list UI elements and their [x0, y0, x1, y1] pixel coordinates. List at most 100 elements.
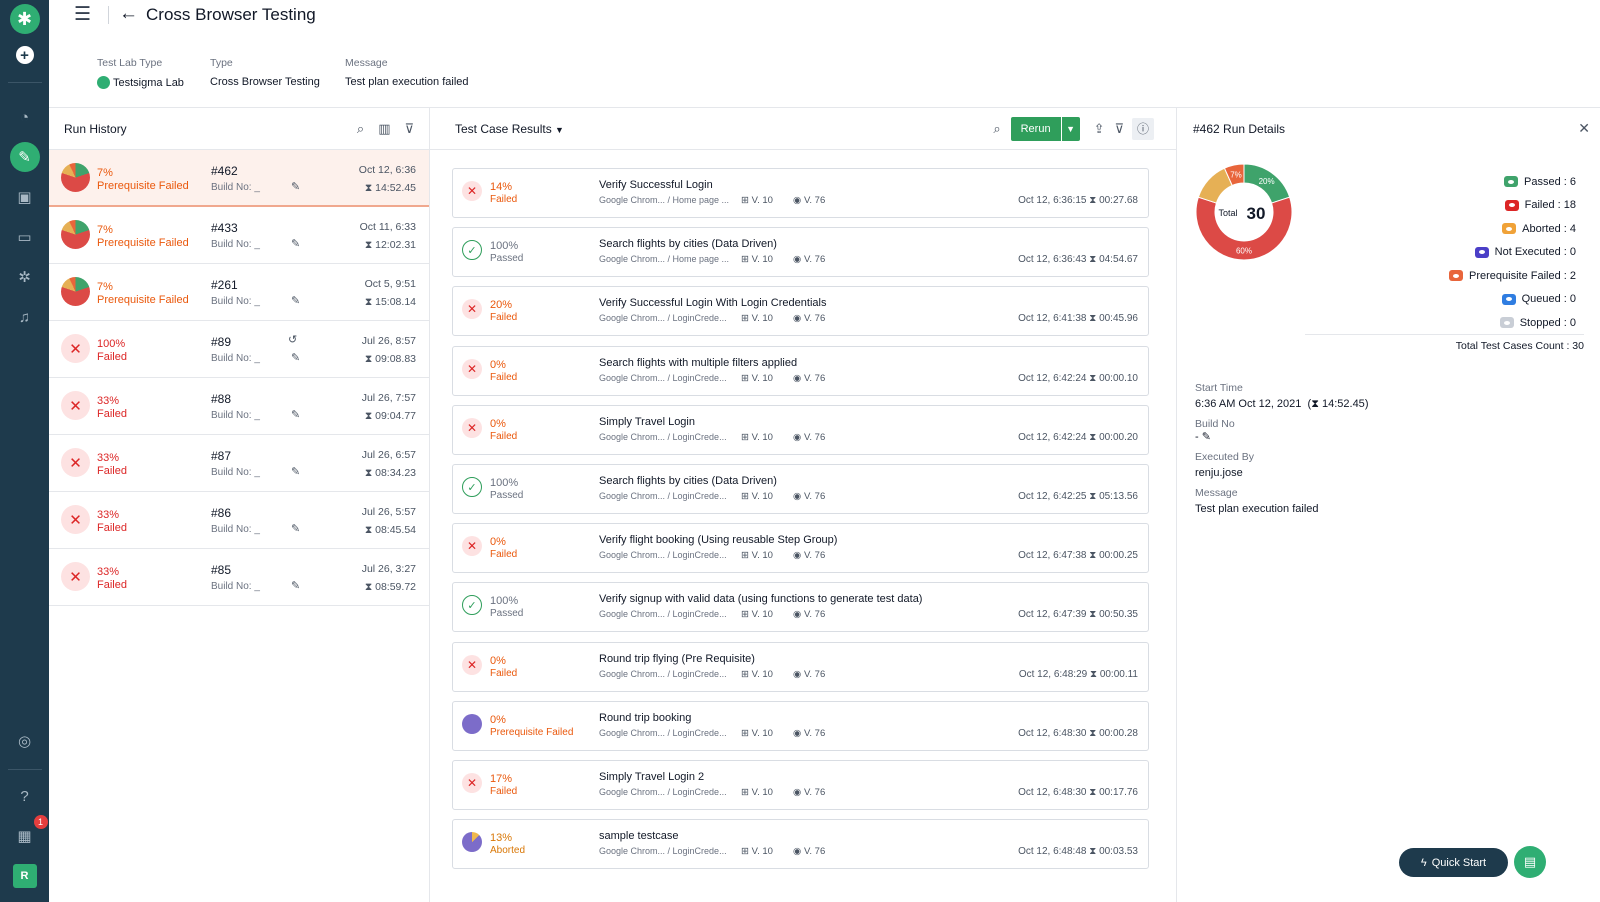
browser-version: ◉ V. 76 — [793, 373, 825, 384]
create-new-icon[interactable]: + — [15, 46, 34, 64]
test-case-card[interactable]: ✕ 0% Failed Verify flight booking (Using re… — [452, 523, 1149, 574]
edit-pencil-icon[interactable]: ✎ — [291, 579, 300, 592]
run-history-row[interactable]: ✕ 33% Failed #87 Build No: _ ✎ Jul 26, 6:57 ⧗ 0… — [49, 435, 429, 492]
eye-icon[interactable] — [1504, 199, 1519, 211]
os-version: ⊞ V. 10 — [741, 669, 773, 680]
test-development-icon[interactable]: ✎ — [9, 142, 40, 172]
test-case-card[interactable]: ✓ 100% Passed Search flights by cities (Dat… — [452, 227, 1149, 278]
case-name: Search flights by cities (Data Driven) — [599, 475, 777, 487]
start-time-text: 6:36 AM Oct 12, 2021 — [1195, 398, 1302, 410]
run-history-row[interactable]: ✕ 33% Failed #86 Build No: _ ✎ Jul 26, 5:57 ⧗ 0… — [49, 492, 429, 549]
case-time: Oct 12, 6:42:24 ⧗ 00:00.20 — [1018, 432, 1138, 443]
hourglass-icon: ⧗ — [364, 524, 373, 536]
browser-version: ◉ V. 76 — [793, 550, 825, 561]
eye-icon[interactable] — [1499, 317, 1514, 329]
run-duration-text: 09:08.83 — [375, 353, 416, 365]
edit-pencil-icon[interactable]: ✎ — [1202, 431, 1211, 443]
case-status: Failed — [490, 371, 518, 383]
info-icon[interactable]: ⓘ — [1132, 117, 1154, 140]
test-case-card[interactable]: ✓ 100% Passed Verify signup with valid data… — [452, 582, 1149, 633]
hourglass-icon: ⧗ — [1089, 609, 1097, 621]
run-history-row[interactable]: 7% Prerequisite Failed #261 Build No: _ ✎ Oct… — [49, 264, 429, 321]
eye-icon[interactable] — [1474, 246, 1489, 258]
case-name: sample testcase — [599, 830, 679, 843]
hamburger-menu-icon[interactable]: ☰ — [74, 3, 91, 26]
test-case-card[interactable]: 13% Aborted sample testcase Google Chrom...… — [452, 819, 1149, 870]
run-duration: ⧗ 08:34.23 — [365, 467, 416, 480]
search-icon[interactable]: ⌕ — [993, 121, 1000, 137]
settings-gear-icon[interactable]: ✲ — [10, 262, 40, 292]
dashboard-icon[interactable]: ◔ — [10, 102, 40, 132]
run-history-row[interactable]: 7% Prerequisite Failed #462 Build No: _ ✎ Oct… — [49, 150, 429, 207]
test-case-card[interactable]: ✕ 17% Failed Simply Travel Login 2 Google Ch… — [452, 760, 1149, 810]
chrome-icon: ◉ — [793, 431, 802, 443]
filter-icon[interactable]: ⊽ — [1114, 121, 1124, 137]
case-time-text: Oct 12, 6:42:24 — [1018, 372, 1087, 384]
edit-pencil-icon[interactable]: ✎ — [291, 351, 300, 364]
chat-support-icon[interactable]: ▤ — [1514, 846, 1546, 878]
test-case-card[interactable]: ✕ 20% Failed Verify Successful Login With L… — [452, 286, 1149, 337]
run-history-row[interactable]: ✕ 100% Failed #89 ↺ Build No: _ ✎ Jul 26, 8:57 ⧗… — [49, 321, 429, 378]
test-case-card[interactable]: 0% Prerequisite Failed Round trip booking G… — [452, 700, 1149, 751]
browser-version: ◉ V. 76 — [793, 491, 825, 502]
help-ideas-icon[interactable]: ◎ — [10, 726, 40, 756]
edit-pencil-icon[interactable]: ✎ — [291, 522, 300, 535]
search-icon[interactable]: ⌕ — [357, 121, 364, 137]
export-icon[interactable]: ⇪ — [1094, 121, 1105, 137]
edit-pencil-icon[interactable]: ✎ — [291, 237, 300, 250]
case-name: Simply Travel Login 2 — [599, 771, 705, 783]
notifications-bell-icon[interactable]: ♫ — [10, 302, 40, 332]
back-arrow-icon[interactable]: ← — [119, 3, 138, 25]
bar-chart-icon[interactable]: ▥ — [378, 121, 390, 137]
meta-label: Type — [210, 57, 233, 69]
test-case-card[interactable]: ✕ 0% Failed Simply Travel Login Google Chrom… — [452, 404, 1149, 455]
edit-pencil-icon[interactable]: ✎ — [291, 465, 300, 478]
quick-start-button[interactable]: ϟ Quick Start — [1399, 848, 1508, 877]
chrome-icon: ◉ — [793, 254, 802, 266]
user-avatar[interactable]: R — [12, 864, 37, 888]
eye-icon[interactable] — [1501, 293, 1516, 305]
monitor-icon[interactable]: ▭ — [10, 222, 40, 252]
briefcase-icon[interactable]: ▣ — [10, 182, 40, 212]
legend-text: Stopped : 0 — [1519, 316, 1576, 329]
case-duration: 00:45.96 — [1099, 313, 1138, 325]
windows-icon: ⊞ — [741, 431, 749, 443]
eye-icon[interactable] — [1504, 176, 1519, 188]
edit-pencil-icon[interactable]: ✎ — [291, 408, 300, 421]
run-history-list: 7% Prerequisite Failed #462 Build No: _ ✎ Oct… — [49, 150, 429, 606]
case-pass-percent: 13% — [490, 832, 513, 845]
run-pass-percent: 33% — [97, 566, 120, 578]
run-history-row[interactable]: ✕ 33% Failed #88 Build No: _ ✎ Jul 26, 7:57 ⧗ 0… — [49, 378, 429, 435]
run-history-row[interactable]: ✕ 33% Failed #85 Build No: _ ✎ Jul 26, 3:27 ⧗ 0… — [49, 549, 429, 606]
test-case-card[interactable]: ✕ 14% Failed Verify Successful Login Google … — [452, 168, 1149, 218]
hourglass-icon: ⧗ — [364, 239, 373, 251]
case-pass-percent: 100% — [490, 240, 519, 253]
testsigma-logo-icon[interactable]: ✱ — [9, 4, 40, 34]
test-case-card[interactable]: ✓ 100% Passed Search flights by cities (Dat… — [452, 464, 1149, 514]
run-history-panel: Run History ⌕ ▥ ⊽ 7% Prerequisite Failed #… — [49, 108, 430, 902]
run-duration: ⧗ 09:08.83 — [365, 353, 416, 366]
browser-version-text: V. 76 — [803, 846, 826, 858]
filter-icon[interactable]: ⊽ — [404, 121, 414, 137]
gift-icon[interactable]: ▦ 1 — [10, 815, 48, 851]
rerun-button[interactable]: Rerun — [1010, 116, 1061, 141]
help-question-icon[interactable]: ? — [10, 781, 40, 811]
run-history-row[interactable]: 7% Prerequisite Failed #433 Build No: _ ✎ Oct… — [49, 207, 429, 264]
run-build-no: Build No: _ — [211, 182, 260, 193]
meta-value: Testsigma Lab — [97, 76, 184, 89]
os-version-text: V. 10 — [751, 609, 773, 621]
results-title-dropdown[interactable]: Test Case Results ▼ — [455, 122, 564, 136]
case-time-text: Oct 12, 6:47:38 — [1018, 550, 1087, 562]
run-duration-text: 08:45.54 — [375, 524, 416, 536]
test-case-card[interactable]: ✕ 0% Failed Search flights with multiple fi… — [452, 345, 1149, 396]
eye-icon[interactable] — [1449, 270, 1463, 282]
passed-check-icon: ✓ — [462, 595, 482, 616]
close-icon[interactable]: ✕ — [1578, 120, 1590, 137]
edit-pencil-icon[interactable]: ✎ — [291, 294, 300, 307]
eye-icon[interactable] — [1502, 223, 1517, 235]
test-case-card[interactable]: ✕ 0% Failed Round trip flying (Pre Requisit… — [452, 641, 1149, 692]
edit-pencil-icon[interactable]: ✎ — [291, 180, 300, 193]
legend-item: Stopped : 0 — [1449, 311, 1576, 335]
case-name: Round trip flying (Pre Requisite) — [599, 652, 755, 665]
rerun-dropdown-icon[interactable]: ▼ — [1061, 116, 1080, 141]
